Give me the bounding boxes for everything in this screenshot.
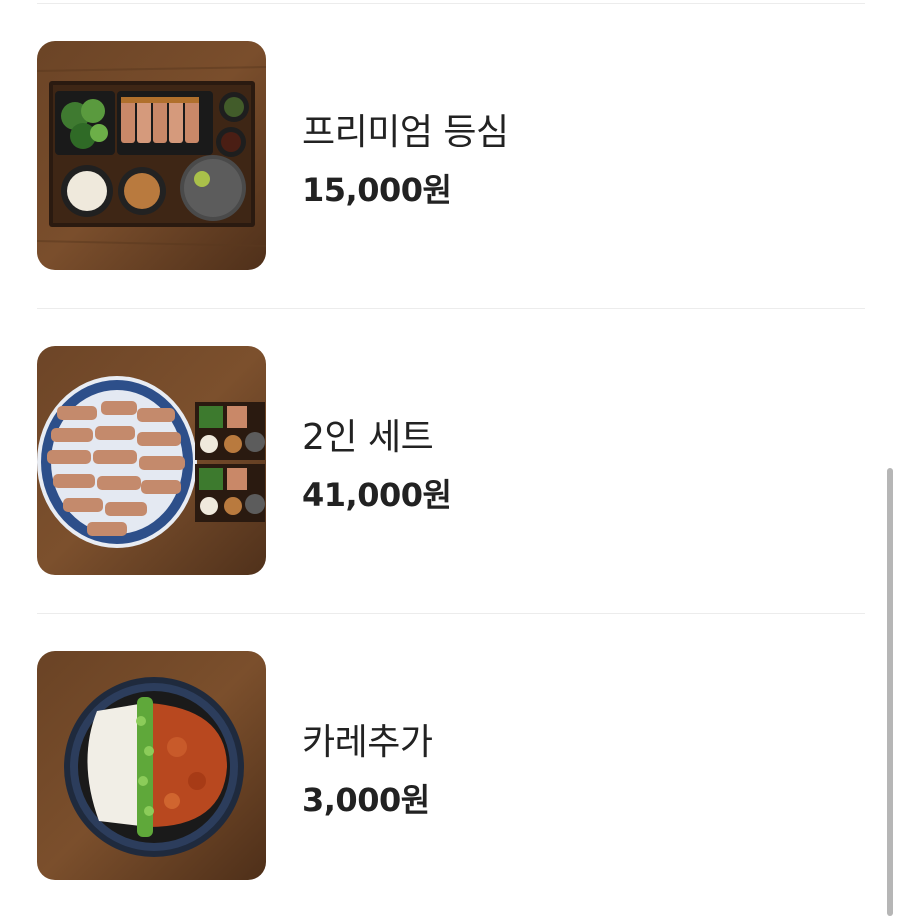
menu-item-two-person-set[interactable]: 2인 세트 41,000원 (37, 346, 865, 576)
menu-item-premium-sirloin[interactable]: 프리미엄 등심 15,000원 (37, 41, 865, 271)
menu-item-price: 41,000원 (302, 476, 452, 514)
menu-item-name: 2인 세트 (302, 417, 434, 458)
menu-item-name: 카레추가 (302, 722, 433, 763)
divider (37, 3, 865, 4)
menu-item-price: 15,000원 (302, 171, 452, 209)
menu-item-price: 3,000원 (302, 781, 430, 819)
divider (37, 613, 865, 614)
menu-item-name: 프리미엄 등심 (302, 112, 509, 153)
divider (37, 308, 865, 309)
scrollbar-thumb[interactable] (887, 468, 893, 916)
menu-item-curry-addon[interactable]: 카레추가 3,000원 (37, 651, 865, 881)
menu-item-image (37, 346, 266, 575)
menu-item-image (37, 41, 266, 270)
menu-item-image (37, 651, 266, 880)
menu-list: 프리미엄 등심 15,000원 2인 세트 41,000원 카레추가 3,000… (0, 0, 900, 916)
